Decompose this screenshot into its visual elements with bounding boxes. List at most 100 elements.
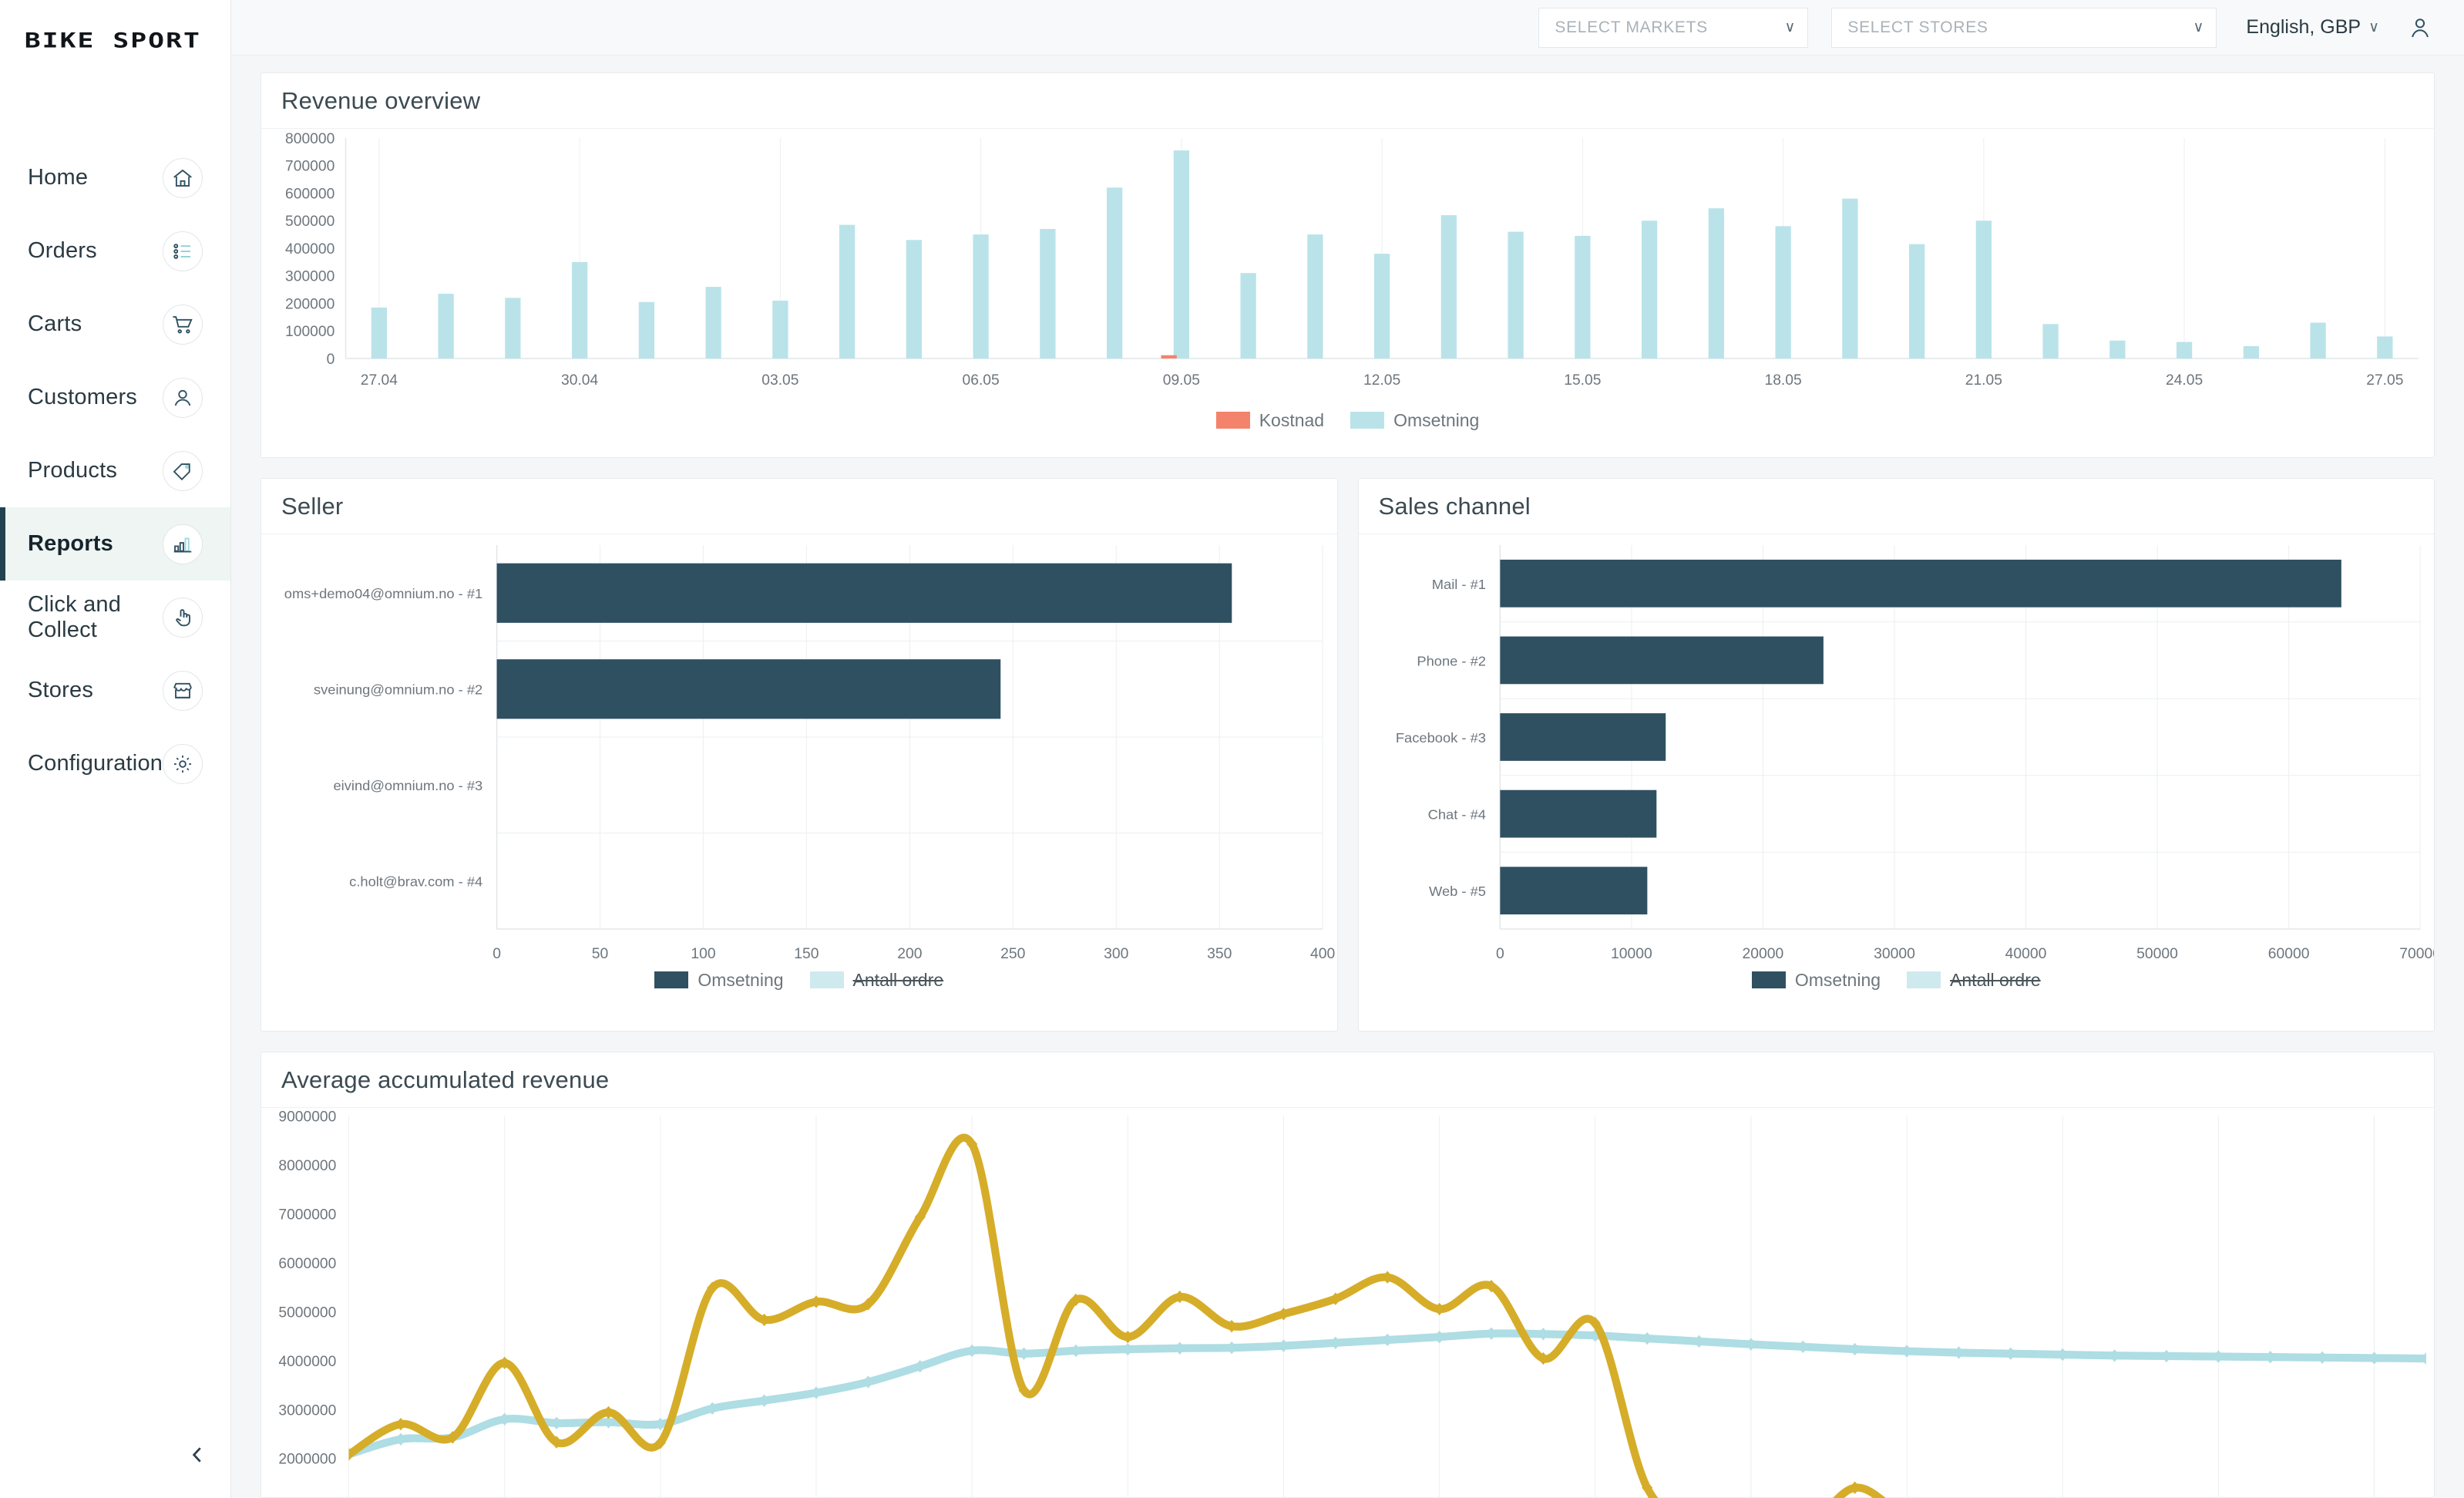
svg-text:Facebook - #3: Facebook - #3: [1395, 730, 1485, 746]
svg-text:50000: 50000: [2136, 946, 2178, 962]
mid-row: Seller 0 50 100 150 200 250 300 350 400 oms+demo0…: [261, 478, 2441, 1032]
legend-item-omsetning[interactable]: Omsetning: [1350, 410, 1479, 431]
svg-text:30000: 30000: [1874, 946, 1915, 962]
legend-swatch: [654, 971, 689, 988]
sidebar-item-carts[interactable]: Carts: [0, 288, 230, 361]
svg-text:2000000: 2000000: [278, 1451, 336, 1468]
user-icon: [163, 377, 203, 418]
sidebar-item-label: Customers: [28, 385, 137, 409]
svg-text:700000: 700000: [285, 159, 334, 175]
sales-channel-chart[interactable]: 0 10000 20000 30000 40000 50000 60000 70000 Mail…: [1359, 534, 2441, 995]
seller-chart-body: 0 50 100 150 200 250 300 350 400 oms+demo04@omniu…: [261, 534, 1337, 1031]
svg-text:Phone - #2: Phone - #2: [1417, 654, 1486, 669]
legend-item-kostnad[interactable]: Kostnad: [1215, 409, 1325, 431]
hand-pointer-icon: [163, 597, 203, 638]
svg-text:21.05: 21.05: [1965, 372, 2002, 389]
average-accumulated-revenue-card: Average accumulated revenue 100000020000…: [261, 1052, 2435, 1498]
sidebar-item-label: Products: [28, 458, 118, 483]
svg-text:300000: 300000: [285, 269, 334, 285]
legend-item-antall-ordre[interactable]: Antall ordre: [809, 969, 944, 991]
svg-text:12.05: 12.05: [1363, 372, 1400, 389]
sidebar-item-click-and-collect[interactable]: Click and Collect: [0, 581, 230, 654]
svg-text:10000: 10000: [1611, 946, 1652, 962]
revenue-overview-chart[interactable]: 0 100000 200000 300000 400000 500000 600000 700…: [261, 129, 2434, 399]
sales-channel-chart-body: 0 10000 20000 30000 40000 50000 60000 70000 Mail…: [1359, 534, 2441, 1031]
svg-text:09.05: 09.05: [1163, 372, 1200, 389]
legend-label: Kostnad: [1259, 409, 1325, 430]
svg-text:15.05: 15.05: [1564, 372, 1601, 389]
avg-revenue-chart-body: 1000000200000030000004000000500000060000…: [261, 1108, 2434, 1498]
sidebar-item-customers[interactable]: Customers: [0, 361, 230, 434]
svg-text:30.04: 30.04: [561, 372, 599, 389]
shopping-cart-icon: [163, 304, 203, 345]
revenue-overview-card: Revenue overview 0 100000 200000 300000 4000…: [261, 72, 2435, 458]
sidebar-item-products[interactable]: Products: [0, 434, 230, 507]
chevron-left-icon: [192, 1447, 201, 1463]
select-stores-dropdown[interactable]: SELECT STORES ∨: [1831, 7, 2217, 48]
legend-label: Antall ordre: [852, 969, 944, 990]
legend-swatch: [809, 971, 844, 988]
svg-text:8000000: 8000000: [278, 1157, 336, 1174]
card-header: Average accumulated revenue: [261, 1052, 2434, 1108]
svg-text:sveinung@omnium.no - #2: sveinung@omnium.no - #2: [314, 682, 482, 698]
average-accumulated-revenue-chart[interactable]: 1000000200000030000004000000500000060000…: [261, 1108, 2434, 1498]
main-area: SELECT MARKETS ∨ SELECT STORES ∨ English…: [231, 0, 2464, 1498]
svg-text:0: 0: [1495, 946, 1504, 962]
sidebar-item-label: Click and Collect: [28, 591, 122, 642]
svg-text:40000: 40000: [2005, 946, 2046, 962]
legend-label: Omsetning: [698, 969, 784, 990]
language-currency-dropdown[interactable]: English, GBP ∨: [2246, 16, 2379, 39]
seller-title: Seller: [281, 492, 344, 520]
revenue-chart-body: 0 100000 200000 300000 400000 500000 600000 700…: [261, 129, 2434, 457]
legend-swatch: [1907, 971, 1941, 988]
svg-text:03.05: 03.05: [761, 372, 798, 389]
svg-text:600000: 600000: [285, 187, 334, 203]
svg-text:0: 0: [492, 946, 501, 962]
sidebar-item-label: Orders: [28, 238, 97, 263]
seller-chart[interactable]: 0 50 100 150 200 250 300 350 400 oms+demo04@omniu…: [261, 534, 1337, 995]
app-root: BIKE SPORT Home Orders Carts Customers P…: [0, 0, 2464, 1498]
chevron-down-icon: ∨: [2193, 19, 2204, 35]
legend-item-antall-ordre[interactable]: Antall ordre: [1907, 970, 2041, 991]
svg-text:Web - #5: Web - #5: [1428, 884, 1485, 899]
svg-text:18.05: 18.05: [1765, 372, 1802, 389]
svg-text:100: 100: [691, 946, 715, 962]
page-title: Revenue overview: [281, 86, 481, 114]
seller-card: Seller 0 50 100 150 200 250 300 350 400 oms+demo0…: [261, 478, 1338, 1032]
legend-item-omsetning[interactable]: Omsetning: [654, 969, 784, 991]
svg-text:150: 150: [794, 946, 819, 962]
bar-chart-icon: [163, 523, 203, 564]
chevron-down-icon: ∨: [2368, 19, 2379, 35]
revenue-legend: Kostnad Omsetning: [261, 402, 2434, 438]
account-icon[interactable]: [2402, 10, 2438, 45]
svg-text:200: 200: [897, 946, 922, 962]
svg-text:100000: 100000: [285, 324, 334, 340]
chevron-down-icon: ∨: [1784, 19, 1796, 35]
svg-text:c.holt@brav.com - #4: c.holt@brav.com - #4: [349, 874, 482, 890]
svg-text:800000: 800000: [285, 131, 334, 147]
brand-logo[interactable]: BIKE SPORT: [0, 0, 230, 81]
sidebar-item-orders[interactable]: Orders: [0, 214, 230, 288]
home-icon: [163, 157, 203, 198]
legend-label: Omsetning: [1794, 969, 1881, 990]
legend-item-omsetning[interactable]: Omsetning: [1751, 969, 1881, 991]
sidebar-item-label: Reports: [28, 531, 113, 556]
sidebar-collapse-button[interactable]: [176, 1433, 219, 1476]
sidebar: BIKE SPORT Home Orders Carts Customers P…: [0, 0, 231, 1498]
svg-text:300: 300: [1104, 946, 1128, 962]
sidebar-item-stores[interactable]: Stores: [0, 654, 230, 727]
sidebar-item-label: Home: [28, 165, 89, 190]
sidebar-item-reports[interactable]: Reports: [0, 507, 230, 581]
storefront-icon: [163, 670, 203, 711]
sidebar-item-home[interactable]: Home: [0, 141, 230, 214]
sales-channel-title: Sales channel: [1378, 492, 1531, 520]
svg-text:250: 250: [1000, 946, 1025, 962]
svg-text:400: 400: [1310, 946, 1335, 962]
svg-text:70000: 70000: [2399, 946, 2434, 962]
sidebar-nav: Home Orders Carts Customers Products Rep…: [0, 141, 230, 800]
select-markets-dropdown[interactable]: SELECT MARKETS ∨: [1538, 7, 1809, 48]
topbar: SELECT MARKETS ∨ SELECT STORES ∨ English…: [231, 0, 2464, 56]
sidebar-item-configuration[interactable]: Configuration: [0, 727, 230, 800]
legend-label: Omsetning: [1393, 409, 1480, 430]
sidebar-item-label: Carts: [28, 311, 82, 336]
